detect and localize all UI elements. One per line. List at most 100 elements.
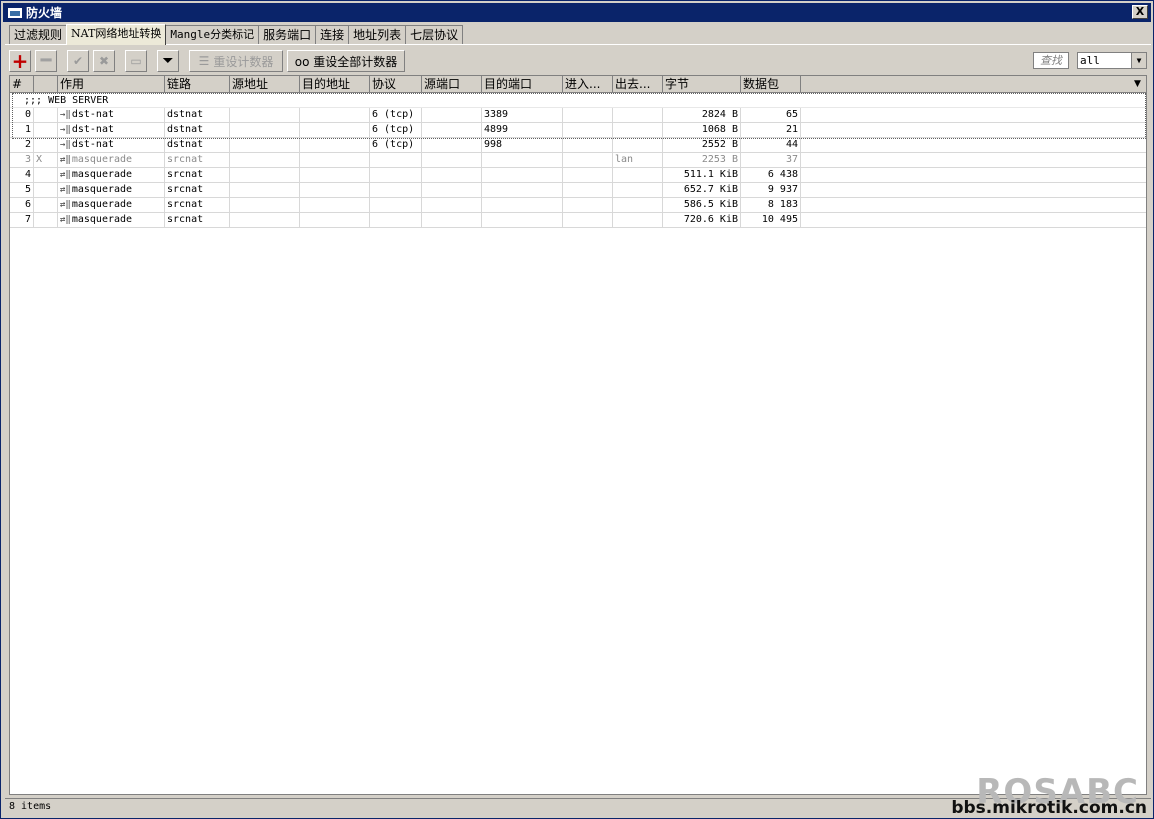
nat-rules-table: # 作用 链路 源地址 目的地址 协议 源端口 目的端口 进入... 出去...… <box>9 75 1147 795</box>
cell-bytes: 1068 B <box>663 123 741 137</box>
col-chain[interactable]: 链路 <box>165 76 230 93</box>
cell-src-port <box>422 183 482 197</box>
cell-flag <box>34 213 58 227</box>
cell-packets: 8 183 <box>741 198 801 212</box>
cell-flag: X <box>34 153 58 167</box>
cell-filler <box>801 198 1146 212</box>
col-dst-address[interactable]: 目的地址 <box>300 76 370 93</box>
funnel-icon: ⏷ <box>162 53 174 69</box>
cell-src-port <box>422 168 482 182</box>
masquerade-icon: ⇄‖ <box>60 155 71 165</box>
title-bar[interactable]: 防火墙 X <box>3 3 1151 22</box>
comment-button[interactable]: ▭ <box>125 50 147 72</box>
reset-all-counters-button[interactable]: oo 重设全部计数器 <box>287 50 405 72</box>
action-label: masquerade <box>71 199 133 210</box>
filter-dropdown[interactable]: all ▼ <box>1077 52 1147 69</box>
cell-number: 5 <box>10 183 34 197</box>
cell-flag <box>34 108 58 122</box>
filter-value: all <box>1080 54 1100 67</box>
cell-flag <box>34 123 58 137</box>
col-in-interface[interactable]: 进入... <box>563 76 613 93</box>
col-protocol[interactable]: 协议 <box>370 76 422 93</box>
tab-connections[interactable]: 连接 <box>315 25 350 44</box>
cell-chain: dstnat <box>165 138 230 152</box>
dst-nat-icon: →‖ <box>60 125 71 135</box>
close-button[interactable]: X <box>1132 5 1148 19</box>
cell-dst-port <box>482 153 563 167</box>
tab-panel-border <box>5 44 1151 45</box>
firewall-window: 防火墙 X 过滤规则 NAT网络地址转换 Mangle分类标记 服务端口 连接 … <box>0 0 1154 819</box>
enable-button[interactable]: ✔ <box>67 50 89 72</box>
cell-action: →‖dst-nat <box>58 108 165 122</box>
tab-service-ports[interactable]: 服务端口 <box>258 25 317 44</box>
column-menu-icon[interactable]: ▼ <box>1129 76 1146 93</box>
cell-out-interface <box>613 168 663 182</box>
cell-bytes: 720.6 KiB <box>663 213 741 227</box>
cell-src-address <box>230 213 300 227</box>
cell-action: ⇄‖masquerade <box>58 168 165 182</box>
table-row[interactable]: 4 ⇄‖masquerade srcnat 511.1 KiB 6 438 <box>10 168 1146 183</box>
table-row[interactable]: 6 ⇄‖masquerade srcnat 586.5 KiB 8 183 <box>10 198 1146 213</box>
cell-dst-address <box>300 153 370 167</box>
col-dst-port[interactable]: 目的端口 <box>482 76 563 93</box>
action-label: masquerade <box>71 214 133 225</box>
col-src-address[interactable]: 源地址 <box>230 76 300 93</box>
cell-protocol <box>370 213 422 227</box>
tab-layer7-protocols[interactable]: 七层协议 <box>405 25 464 44</box>
table-row[interactable]: 5 ⇄‖masquerade srcnat 652.7 KiB 9 937 <box>10 183 1146 198</box>
chevron-down-icon[interactable]: ▼ <box>1131 53 1146 68</box>
action-label: masquerade <box>71 184 133 195</box>
table-row[interactable]: 1 →‖dst-nat dstnat 6 (tcp) 4899 1068 B 21 <box>10 123 1146 138</box>
remove-button[interactable]: ━ <box>35 50 57 72</box>
cell-filler <box>801 138 1146 152</box>
masquerade-icon: ⇄‖ <box>60 170 71 180</box>
cell-bytes: 2824 B <box>663 108 741 122</box>
cell-packets: 44 <box>741 138 801 152</box>
disable-button[interactable]: ✖ <box>93 50 115 72</box>
col-flags[interactable] <box>34 76 58 93</box>
action-label: dst-nat <box>71 139 114 150</box>
table-row[interactable]: 0 →‖dst-nat dstnat 6 (tcp) 3389 2824 B 65 <box>10 108 1146 123</box>
col-number[interactable]: # <box>10 76 34 93</box>
tab-address-lists[interactable]: 地址列表 <box>348 25 407 44</box>
table-row[interactable]: 7 ⇄‖masquerade srcnat 720.6 KiB 10 495 <box>10 213 1146 228</box>
cell-number: 2 <box>10 138 34 152</box>
cell-chain: srcnat <box>165 153 230 167</box>
cell-protocol: 6 (tcp) <box>370 108 422 122</box>
item-count: 8 items <box>9 801 52 812</box>
col-out-interface[interactable]: 出去... <box>613 76 663 93</box>
cell-protocol: 6 (tcp) <box>370 138 422 152</box>
cell-filler <box>801 123 1146 137</box>
table-row[interactable]: 3 X ⇄‖masquerade srcnat lan 2253 B 37 <box>10 153 1146 168</box>
cell-dst-port: 4899 <box>482 123 563 137</box>
add-button[interactable]: + <box>9 50 31 72</box>
table-row[interactable]: 2 →‖dst-nat dstnat 6 (tcp) 998 2552 B 44 <box>10 138 1146 153</box>
tab-mangle[interactable]: Mangle分类标记 <box>165 25 260 44</box>
cell-packets: 10 495 <box>741 213 801 227</box>
col-action[interactable]: 作用 <box>58 76 165 93</box>
cell-dst-port: 3389 <box>482 108 563 122</box>
cell-bytes: 652.7 KiB <box>663 183 741 197</box>
action-label: dst-nat <box>71 109 114 120</box>
masquerade-icon: ⇄‖ <box>60 185 71 195</box>
cell-chain: srcnat <box>165 183 230 197</box>
tab-filter-rules[interactable]: 过滤规则 <box>9 25 68 44</box>
find-input[interactable]: 查找 <box>1033 52 1069 69</box>
cell-src-address <box>230 153 300 167</box>
cell-packets: 9 937 <box>741 183 801 197</box>
filter-button[interactable]: ⏷ <box>157 50 179 72</box>
cell-out-interface <box>613 138 663 152</box>
cell-dst-address <box>300 168 370 182</box>
cell-in-interface <box>563 123 613 137</box>
col-bytes[interactable]: 字节 <box>663 76 741 93</box>
tab-nat[interactable]: NAT网络地址转换 <box>66 24 167 45</box>
watermark-url: bbs.mikrotik.com.cn <box>951 798 1147 818</box>
masquerade-icon: ⇄‖ <box>60 200 71 210</box>
col-src-port[interactable]: 源端口 <box>422 76 482 93</box>
action-label: masquerade <box>71 154 133 165</box>
cell-dst-port <box>482 198 563 212</box>
reset-counters-button[interactable]: ☰ 重设计数器 <box>189 50 283 72</box>
cell-number: 7 <box>10 213 34 227</box>
col-packets[interactable]: 数据包 <box>741 76 801 93</box>
reset-counters-label: 重设计数器 <box>213 54 274 69</box>
